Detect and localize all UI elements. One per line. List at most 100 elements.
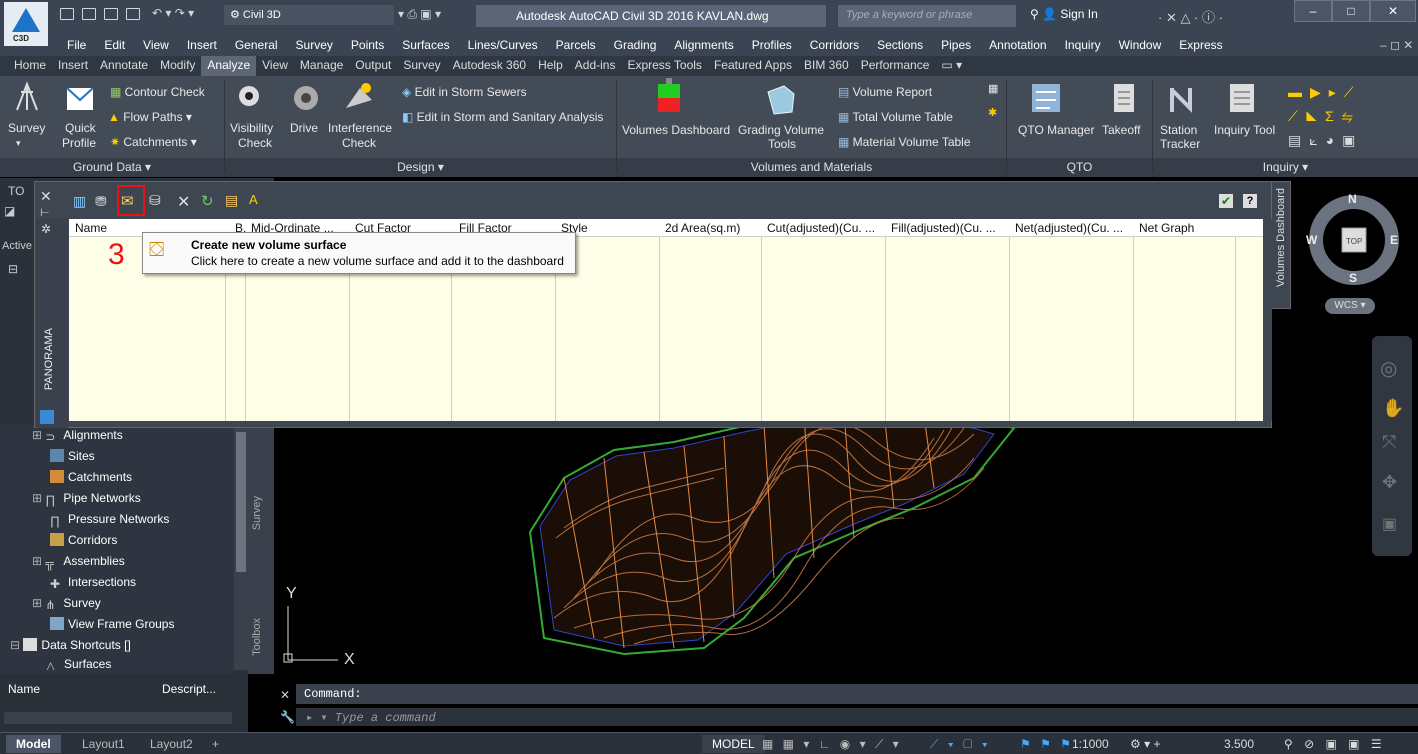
tree-item-data-shortcuts[interactable]: ⊟ Data Shortcuts [] [10,638,131,652]
add-layout-icon[interactable]: + [202,735,229,753]
command-input[interactable]: ▸ ▾ Type a command [296,708,1418,726]
tab-annotate[interactable]: Annotate [94,56,154,76]
small-grid-icon[interactable]: ▦ [988,82,998,95]
props-col-name[interactable]: Name [8,682,40,696]
catchments-button[interactable]: ✷ Catchments ▾ [110,135,197,149]
ribbon-toggle-icon[interactable]: ▭ ▾ [935,56,968,76]
remove-icon[interactable]: ✕ [177,192,190,212]
zoom-icon[interactable]: ⤧ [1382,432,1396,453]
small-star-icon[interactable]: ✱ [988,106,997,119]
total-volume-table-button[interactable]: ▦ Total Volume Table [838,110,953,124]
tree-item-assemblies[interactable]: ⊞ ╦ Assemblies [32,554,125,570]
menu-inquiry[interactable]: Inquiry [1056,36,1110,56]
menu-express[interactable]: Express [1170,36,1231,56]
workspace-dropdown[interactable]: ⚙ Civil 3D [224,5,394,25]
tab-featured-apps[interactable]: Featured Apps [708,56,798,76]
pan-icon[interactable]: ✋ [1382,398,1404,419]
workspace-switch-icon[interactable]: ⚙ ▾ + [1120,735,1170,753]
viewcube[interactable]: N S E W TOP [1304,190,1404,290]
tree-item-survey[interactable]: ⊞ ⋔ Survey [32,596,101,612]
close-button[interactable]: ✕ [1370,0,1416,22]
doc-window-controls[interactable]: – ◻ ✕ [1380,38,1413,52]
tree-item-corridors[interactable]: Corridors [50,533,117,547]
panel-qto[interactable]: QTO [1007,158,1152,177]
menu-window[interactable]: Window [1110,36,1171,56]
menu-file[interactable]: File [58,36,95,56]
menu-profiles[interactable]: Profiles [743,36,801,56]
edit-storm-sewers-button[interactable]: ◈ Edit in Storm Sewers [402,85,527,99]
contour-check-button[interactable]: ▦ Contour Check [110,85,205,99]
undo-icon[interactable]: ↶ ▾ ↷ ▾ [152,6,194,20]
wcs-menu[interactable]: WCS ▾ [1325,298,1375,314]
col-fill-adjusted[interactable]: Fill(adjusted)(Cu. ... [891,221,1007,235]
tab-analyze[interactable]: Analyze [201,56,257,76]
panel-design[interactable]: Design ▾ [225,158,616,177]
tree-scrollbar[interactable] [234,424,248,670]
menu-grading[interactable]: Grading [605,36,666,56]
panel-inquiry[interactable]: Inquiry ▾ [1153,158,1418,177]
add-surface-icon[interactable]: ⛃ [95,193,107,210]
tab-layout2[interactable]: Layout2 [140,735,203,753]
panorama-close-icon[interactable]: ✕ [40,188,52,205]
grading-volume-tools-button[interactable]: Grading Volume [738,123,824,137]
toolspace-icon[interactable]: ◪ [4,204,15,218]
inquiry-tool-button[interactable]: Inquiry Tool [1214,123,1275,137]
navigation-bar[interactable]: ◎ ✋ ⤧ ✥ ▣ [1372,336,1412,556]
app-logo[interactable]: C3D [4,2,48,46]
menu-corridors[interactable]: Corridors [801,36,868,56]
tab-express-tools[interactable]: Express Tools [621,56,707,76]
flow-paths-button[interactable]: ▲ Flow Paths ▾ [108,110,192,124]
props-col-description[interactable]: Descript... [162,682,216,696]
menu-edit[interactable]: Edit [95,36,134,56]
qto-manager-button[interactable]: QTO Manager [1018,123,1094,137]
material-volume-table-button[interactable]: ▦ Material Volume Table [838,135,971,149]
col-cut-adjusted[interactable]: Cut(adjusted)(Cu. ... [767,221,883,235]
save-icon[interactable] [104,8,118,20]
tab-add-ins[interactable]: Add-ins [569,56,622,76]
survey-button[interactable]: Survey [8,121,45,135]
label-icon[interactable]: A [249,192,258,207]
tree-root-expander[interactable]: ⊟ [8,262,18,276]
interference-check-button[interactable]: Interference [328,121,392,135]
tab-toolbox-vertical[interactable]: Toolbox [251,618,263,656]
inquiry-small-icons-row1[interactable]: ▬▶▸⟋ [1288,84,1362,101]
tree-item-sites[interactable]: Sites [50,449,95,463]
tab-output[interactable]: Output [349,56,397,76]
expand-icon[interactable]: ⊞ [32,428,42,442]
status-tray-icons[interactable]: ⚲ ⊘ ▣ ▣ ☰ [1274,735,1396,753]
open-icon[interactable] [82,8,96,20]
share-icon[interactable]: ▾ ⎙ ▣ ▾ [398,7,441,22]
menu-pipes[interactable]: Pipes [932,36,980,56]
col-net-adjusted[interactable]: Net(adjusted)(Cu. ... [1015,221,1131,235]
col-net-graph[interactable]: Net Graph [1139,221,1233,235]
annotation-scale[interactable]: 1:1000 [1062,735,1119,753]
minimize-button[interactable]: – [1294,0,1332,22]
tree-item-view-frame-groups[interactable]: View Frame Groups [50,617,174,631]
tab-survey[interactable]: Survey [397,56,446,76]
recompute-icon[interactable]: ↻ [201,192,214,210]
collapse-icon[interactable]: ⊟ [10,638,20,652]
station-tracker-button[interactable]: Station [1160,123,1197,137]
inquiry-small-icons-row3[interactable]: ▤⟀◕▣ [1288,132,1363,149]
menu-insert[interactable]: Insert [178,36,226,56]
new-icon[interactable] [60,8,74,20]
tab-layout1[interactable]: Layout1 [72,735,135,753]
menu-general[interactable]: General [226,36,287,56]
expand-icon[interactable]: ⊞ [32,491,42,505]
tab-manage[interactable]: Manage [294,56,349,76]
scrollbar-thumb[interactable] [236,432,246,572]
exchange-icon[interactable]: · ✕ △ · ⓘ · [1158,7,1223,26]
expand-icon[interactable]: ⊞ [32,554,42,568]
tab-bim-360[interactable]: BIM 360 [798,56,855,76]
report-icon[interactable]: ▤ [225,192,238,209]
volumes-dashboard-side-tab[interactable]: Volumes Dashboard [1271,181,1291,309]
menu-points[interactable]: Points [342,36,393,56]
menu-lines-curves[interactable]: Lines/Curves [459,36,547,56]
tab-autodesk-360[interactable]: Autodesk 360 [447,56,532,76]
add-bounded-volume-icon[interactable]: ⛁ [149,192,161,209]
menu-surfaces[interactable]: Surfaces [393,36,458,56]
volumes-dashboard-button[interactable]: Volumes Dashboard [622,123,730,137]
elevation-value[interactable]: 3.500 [1214,735,1264,753]
tab-modify[interactable]: Modify [154,56,201,76]
expand-icon[interactable]: ⊞ [32,596,42,610]
